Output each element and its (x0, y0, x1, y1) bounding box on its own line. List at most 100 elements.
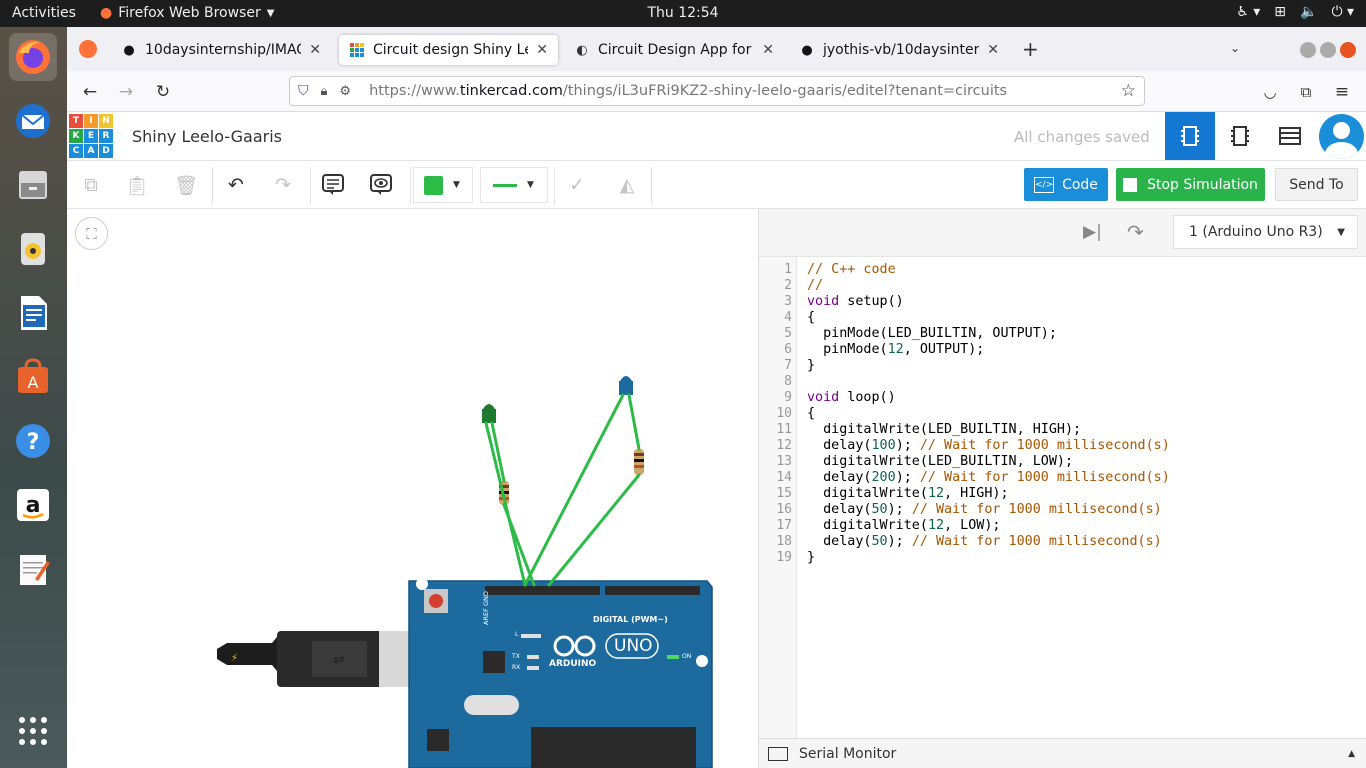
code-line: // C++ code (807, 262, 896, 277)
tab-github-jyothis[interactable]: ● jyothis-vb/10daysinternship ✕ (789, 35, 1009, 65)
logo-letter: D (99, 144, 113, 158)
maximize-button[interactable] (1320, 42, 1336, 58)
minimize-button[interactable] (1300, 42, 1316, 58)
code-line: digitalWrite(LED_BUILTIN, HIGH); (807, 422, 1082, 437)
logo-letter: N (99, 114, 113, 128)
software-center-icon[interactable]: A (9, 353, 57, 401)
chevron-up-icon[interactable]: ▲ (1348, 749, 1355, 759)
help-icon[interactable]: ? (9, 417, 57, 465)
code-line: } (807, 550, 816, 565)
text-editor-icon[interactable] (9, 545, 57, 593)
code-line: pinMode(12, OUTPUT); (807, 342, 985, 357)
list-all-tabs-icon[interactable]: ⌄ (1230, 41, 1240, 55)
show-apps-icon[interactable] (9, 707, 57, 755)
rhythmbox-icon[interactable] (9, 225, 57, 273)
menu-icon[interactable]: ≡ (1329, 79, 1355, 105)
lock-icon[interactable]: 🔒︎ (321, 84, 328, 99)
close-tab-icon[interactable]: ✕ (987, 42, 999, 58)
power-icon[interactable]: ⏻ ▾ (1331, 4, 1354, 20)
serial-monitor-bar[interactable]: Serial Monitor ▲ (759, 738, 1366, 768)
code-editor[interactable]: 1 2 3 4 5 6 7 8 9 10 11 12 13 14 15 16 17 18 19 // C++ cod… (759, 257, 1366, 738)
notes-icon[interactable] (317, 170, 349, 200)
url-bar[interactable]: ⛉ 🔒︎ ⚙ https://www.tinkercad.com/things/… (289, 76, 1145, 106)
accessibility-icon[interactable]: ♿ ▾ (1236, 4, 1260, 20)
device-select[interactable]: 1 (Arduino Uno R3) ▼ (1173, 215, 1358, 249)
color-picker[interactable]: ▼ (413, 167, 473, 203)
clock[interactable]: Thu 12:54 (647, 5, 718, 21)
app-menu[interactable]: ● Firefox Web Browser ▼ (100, 5, 274, 21)
code-line: digitalWrite(LED_BUILTIN, LOW); (807, 454, 1074, 469)
code-line: // (807, 278, 824, 293)
new-tab-button[interactable]: + (1022, 37, 1039, 61)
logo-letter: T (69, 114, 83, 128)
back-icon[interactable]: ← (77, 79, 103, 105)
redo-icon[interactable]: ↷ (267, 170, 299, 200)
extensions-icon[interactable]: ⧉ (1293, 79, 1319, 105)
pocket-icon[interactable]: ◡ (1257, 79, 1283, 105)
green-led[interactable] (482, 404, 496, 423)
wire-type-picker[interactable]: ▼ (480, 167, 548, 203)
code-line: digitalWrite(12, HIGH); (807, 486, 1009, 501)
tab-title: Circuit design Shiny Leelo-Gaaris (373, 42, 528, 58)
stop-icon (1123, 177, 1138, 192)
firefox-dock-icon[interactable] (9, 33, 57, 81)
color-swatch (424, 175, 443, 195)
line-number: 18 (776, 534, 792, 549)
tab-circuit-design[interactable]: Circuit design Shiny Leelo-Gaaris ✕ (339, 35, 558, 65)
firefox-view-icon[interactable] (79, 40, 97, 58)
undo-icon[interactable]: ↶ (220, 170, 252, 200)
board-brand: ARDUINO (549, 659, 597, 669)
libreoffice-writer-icon[interactable] (9, 289, 57, 337)
system-tray[interactable]: ♿ ▾ ⊞ 🔈 ⏻ ▾ (1236, 4, 1354, 20)
stop-simulation-button[interactable]: Stop Simulation (1116, 168, 1265, 201)
tab-github-image[interactable]: ● 10daysinternship/IMAGE ✕ (111, 35, 331, 65)
on-label: ON (682, 653, 692, 660)
circuit-view-icon[interactable] (1165, 112, 1215, 160)
tab-circuit-app[interactable]: ◐ Circuit Design App for Makers ✕ (564, 35, 784, 65)
chevron-down-icon: ▼ (527, 180, 534, 190)
line-number: 1 (784, 262, 792, 277)
volume-icon[interactable]: 🔈 (1300, 4, 1317, 20)
close-tab-icon[interactable]: ✕ (536, 42, 548, 58)
google-icon: ◐ (576, 42, 588, 58)
resistor-2[interactable] (634, 449, 644, 475)
code-line: } (807, 358, 816, 373)
circuit-canvas[interactable]: ⛶ ⇌ ⚡ AREF GND DIGITAL (PWM~) ARDUINO UN… (67, 209, 758, 768)
activities-button[interactable]: Activities (12, 5, 76, 21)
files-icon[interactable] (9, 161, 57, 209)
reload-icon[interactable]: ↻ (150, 79, 176, 105)
system-top-bar: Activities ● Firefox Web Browser ▼ Thu 1… (0, 0, 1366, 27)
close-tab-icon[interactable]: ✕ (309, 42, 321, 58)
thunderbird-icon[interactable] (9, 97, 57, 145)
avatar[interactable] (1319, 114, 1364, 159)
delete-icon[interactable]: 🗑︎ (170, 170, 202, 200)
code-button[interactable]: </> Code (1024, 168, 1108, 201)
shield-icon[interactable]: ⛉ (298, 83, 309, 99)
network-icon[interactable]: ⊞ (1274, 4, 1286, 20)
close-tab-icon[interactable]: ✕ (762, 42, 774, 58)
debugger-icon[interactable]: ↷ (1127, 220, 1144, 244)
step-over-icon[interactable]: ▶︎| (1083, 222, 1102, 242)
amazon-icon[interactable]: a (9, 481, 57, 529)
schematic-view-icon[interactable] (1215, 112, 1265, 160)
blue-led[interactable] (619, 376, 633, 395)
copy-icon[interactable]: ⧉ (75, 170, 107, 200)
close-window-button[interactable] (1340, 42, 1356, 58)
led-label-tx: TX (512, 653, 520, 660)
paste-icon[interactable]: 📋︎ (121, 170, 153, 200)
tinkercad-logo[interactable]: TIN KER CAD (69, 114, 113, 158)
permissions-icon[interactable]: ⚙ (339, 84, 351, 99)
flip-icon[interactable]: ◭ (611, 170, 643, 200)
rotate-icon[interactable]: ✓ (561, 170, 593, 200)
toggle-notes-visibility-icon[interactable] (365, 170, 397, 200)
line-number: 11 (776, 422, 792, 437)
forward-icon[interactable]: → (113, 79, 139, 105)
component-list-icon[interactable] (1265, 112, 1315, 160)
send-to-button[interactable]: Send To (1275, 168, 1358, 201)
github-icon: ● (801, 42, 813, 58)
tab-title: 10daysinternship/IMAGE (145, 42, 302, 58)
bookmark-star-icon[interactable]: ☆ (1121, 81, 1136, 101)
design-title[interactable]: Shiny Leelo-Gaaris (132, 127, 282, 146)
line-number: 12 (776, 438, 792, 453)
code-panel: ▶︎| ↷ 1 (Arduino Uno R3) ▼ 1 2 3 4 5 6 7 8 9 10 11… (758, 209, 1366, 768)
